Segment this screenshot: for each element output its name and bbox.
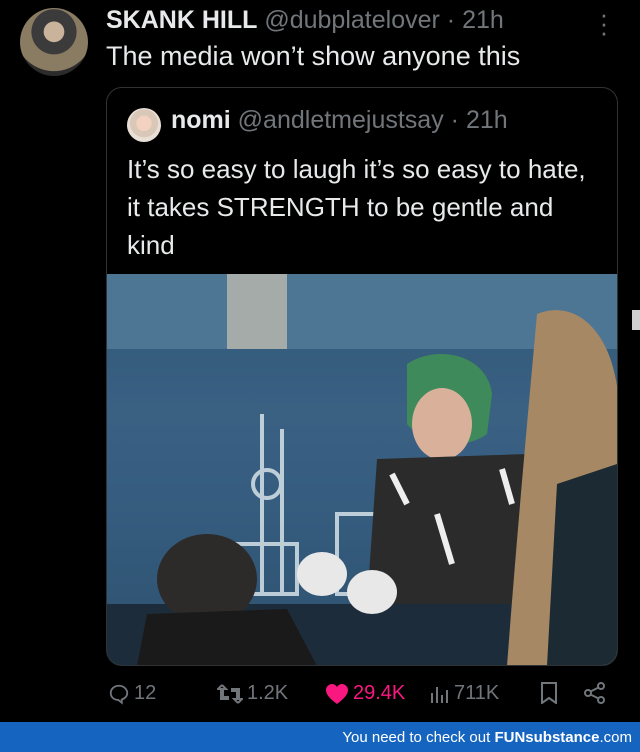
quoted-author-avatar[interactable] <box>127 108 161 142</box>
reply-button[interactable]: 12 <box>108 682 156 705</box>
share-icon <box>584 682 605 704</box>
watermark-suffix: .com <box>599 729 632 746</box>
quoted-tweet-header: nomi @andletmejustsay · 21h <box>171 106 508 135</box>
quoted-time-separator: · <box>450 106 459 134</box>
scrollbar-thumb[interactable] <box>632 310 640 330</box>
quoted-tweet-time[interactable]: 21h <box>466 106 508 134</box>
repost-count: 1.2K <box>247 682 289 704</box>
action-bar: 12 1.2K 29.4K 711K <box>0 682 640 712</box>
quoted-author-name[interactable]: nomi <box>171 106 231 134</box>
quoted-tweet-text: It’s so easy to laugh it’s so easy to ha… <box>127 154 586 260</box>
like-count: 29.4K <box>353 682 406 704</box>
like-button[interactable]: 29.4K <box>325 682 405 705</box>
share-button[interactable] <box>584 682 606 704</box>
quoted-tweet[interactable]: nomi @andletmejustsay · 21h It’s so easy… <box>106 87 618 666</box>
reply-count: 12 <box>134 682 157 704</box>
author-handle[interactable]: @dubplatelover <box>264 6 440 34</box>
author-name[interactable]: SKANK HILL <box>106 6 257 34</box>
watermark-banner: You need to check out FUNsubstance.com <box>0 722 640 752</box>
heart-icon <box>326 683 348 704</box>
view-count: 711K <box>454 682 500 704</box>
views-button[interactable]: 711K <box>430 682 499 705</box>
tweet-media-image[interactable] <box>107 274 617 665</box>
bookmark-button[interactable] <box>540 682 558 704</box>
watermark-prefix: You need to check out <box>342 729 491 746</box>
repost-icon <box>217 683 243 704</box>
watermark-text: You need to check out FUNsubstance.com <box>342 729 632 746</box>
repost-button[interactable]: 1.2K <box>217 682 288 705</box>
watermark-brand: FUNsubstance <box>494 729 600 746</box>
tweet-header: SKANK HILL @dubplatelover · 21h <box>106 6 504 35</box>
reply-icon <box>109 684 129 705</box>
time-separator: · <box>446 6 456 34</box>
tweet-text: The media won’t show anyone this <box>106 41 521 71</box>
views-icon <box>431 686 448 703</box>
bookmark-icon <box>541 682 557 704</box>
media-illustration <box>107 274 617 665</box>
more-options-icon[interactable]: · · · <box>596 1 612 45</box>
tweet-time[interactable]: 21h <box>462 6 504 34</box>
quoted-author-handle[interactable]: @andletmejustsay <box>238 106 444 134</box>
author-avatar[interactable] <box>20 8 88 76</box>
